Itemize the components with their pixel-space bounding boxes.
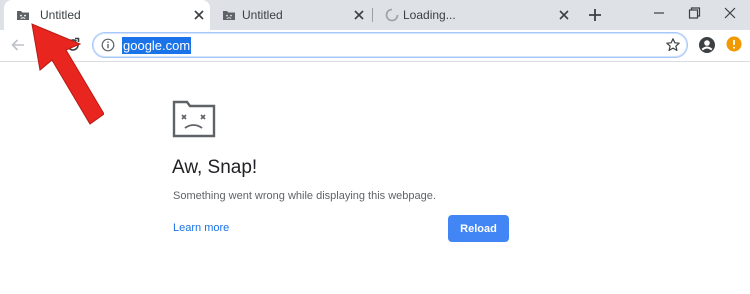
new-tab-icon[interactable] [585, 6, 605, 24]
learn-more-link[interactable]: Learn more [173, 222, 229, 234]
error-title: Aw, Snap! [172, 157, 258, 178]
reload-button[interactable]: Reload [448, 215, 509, 242]
close-icon[interactable] [718, 4, 742, 22]
tab-label: Loading... [403, 8, 456, 22]
tab-untitled[interactable]: Untitled [210, 0, 372, 30]
profile-icon[interactable] [698, 36, 716, 54]
sad-page-icon [172, 100, 216, 138]
tab-close-icon[interactable] [192, 8, 206, 22]
toolbar: google.com [0, 30, 750, 62]
annotation-arrow [31, 23, 104, 125]
tab-label: Untitled [40, 8, 81, 22]
url-text[interactable]: google.com [122, 37, 192, 54]
loading-spinner-icon [385, 8, 399, 22]
minimize-icon[interactable] [647, 4, 671, 22]
restore-icon[interactable] [682, 4, 706, 22]
omnibox[interactable]: google.com [92, 32, 688, 58]
star-icon[interactable] [665, 37, 681, 53]
back-arrow-icon[interactable] [8, 35, 28, 55]
alert-icon[interactable] [726, 36, 742, 52]
sad-folder-icon [223, 11, 235, 20]
tab-close-icon[interactable] [557, 8, 571, 22]
tab-strip: Untitled Untitled Loading... [0, 0, 750, 30]
error-message: Something went wrong while displaying th… [173, 190, 436, 202]
tab-label: Untitled [242, 8, 283, 22]
tab-loading[interactable]: Loading... [373, 0, 581, 30]
sad-folder-icon [17, 11, 29, 20]
tab-close-icon[interactable] [352, 8, 366, 22]
